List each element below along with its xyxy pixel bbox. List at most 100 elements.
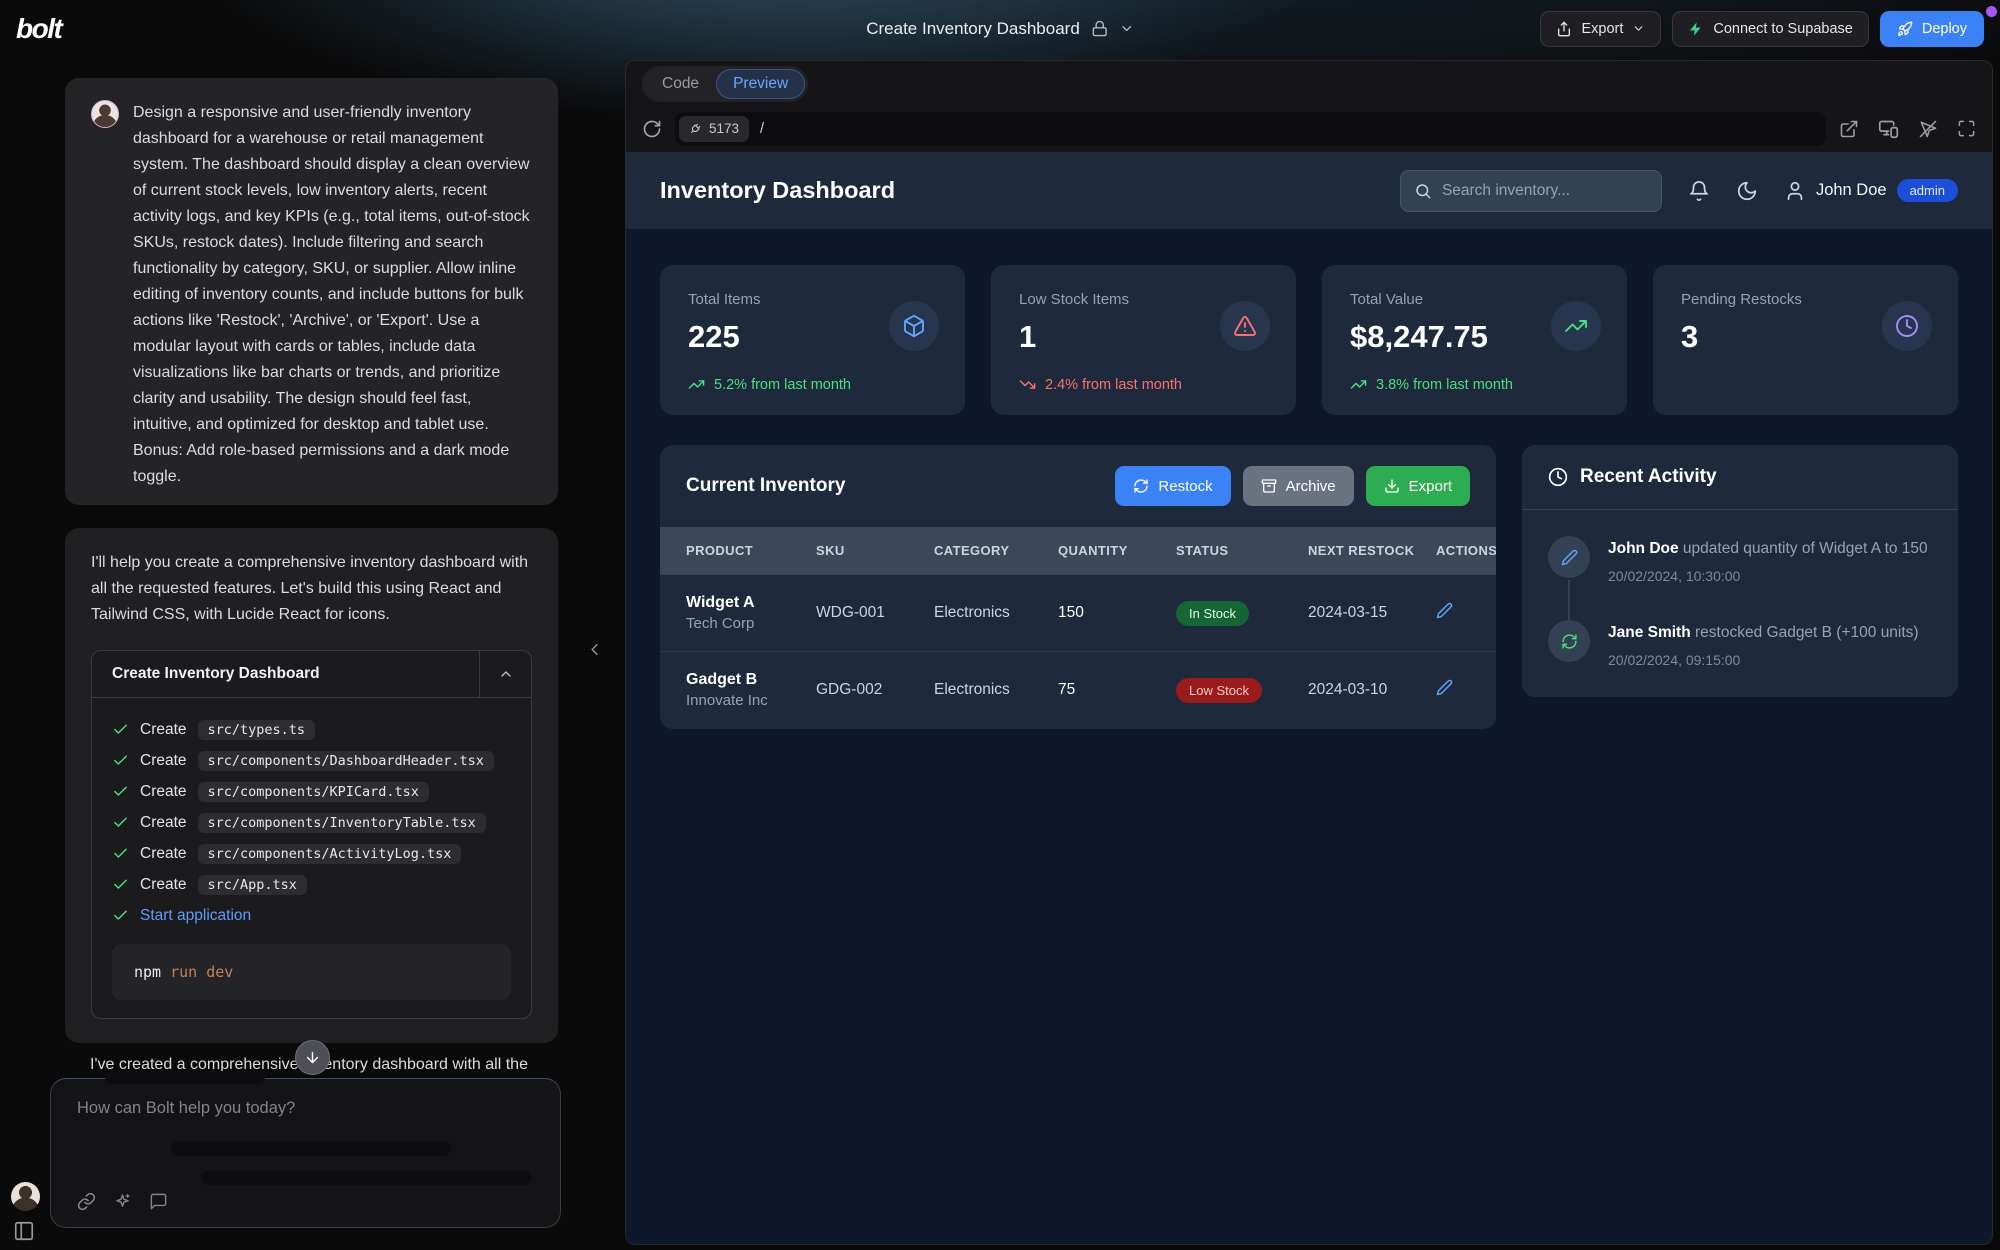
dark-mode-toggle-icon[interactable]	[1736, 180, 1758, 202]
inspector-off-icon[interactable]	[1918, 119, 1938, 139]
file-path[interactable]: src/components/KPICard.tsx	[198, 782, 429, 802]
chevron-down-icon[interactable]	[1119, 21, 1134, 36]
recent-activity-card: Recent Activity John Doe updated quantit…	[1522, 445, 1958, 697]
redacted-text	[105, 1071, 265, 1084]
chat-input-box[interactable]: How can Bolt help you today?	[50, 1078, 561, 1228]
file-path[interactable]: src/components/ActivityLog.tsx	[198, 844, 462, 864]
export-button[interactable]: Export	[1540, 11, 1661, 47]
file-path[interactable]: src/App.tsx	[198, 875, 307, 895]
activity-item: Jane Smith restocked Gadget B (+100 unit…	[1548, 620, 1932, 671]
file-path[interactable]: src/components/InventoryTable.tsx	[198, 813, 486, 833]
search-box[interactable]	[1400, 170, 1662, 212]
collapse-chat-handle[interactable]	[585, 640, 604, 659]
url-input[interactable]: 5173 /	[675, 112, 1826, 146]
refresh-icon	[1133, 478, 1149, 494]
arrow-down-icon	[304, 1049, 321, 1066]
table-row[interactable]: Gadget BInnovate Inc GDG-002 Electronics…	[660, 652, 1496, 729]
kpi-icon-circle	[1882, 301, 1932, 351]
supplier-name: Tech Corp	[686, 615, 808, 632]
bolt-logo[interactable]: bolt	[16, 13, 61, 45]
col-quantity: Quantity	[1058, 527, 1176, 575]
kpi-icon-circle	[1551, 301, 1601, 351]
start-application-link[interactable]: Start application	[140, 907, 251, 925]
check-icon	[112, 721, 129, 738]
assistant-message: I'll help you create a comprehensive inv…	[65, 528, 558, 1043]
archive-button[interactable]: Archive	[1243, 466, 1354, 506]
activity-action: updated quantity of Widget A to 150	[1679, 540, 1928, 557]
preview-toolbar	[1839, 118, 1976, 139]
check-icon	[112, 907, 129, 924]
tab-code[interactable]: Code	[645, 69, 716, 99]
topbar-actions: Export Connect to Supabase Deploy	[1540, 11, 1984, 47]
quantity-cell[interactable]: 150	[1058, 575, 1176, 652]
project-title-menu[interactable]: Create Inventory Dashboard	[866, 0, 1134, 57]
file-path[interactable]: src/components/DashboardHeader.tsx	[198, 751, 494, 771]
sparkles-icon[interactable]	[113, 1192, 132, 1211]
chat-bubble-icon[interactable]	[149, 1192, 168, 1211]
artifact-body: Create src/types.ts Create src/component…	[92, 698, 531, 1018]
external-link-icon[interactable]	[1839, 119, 1859, 139]
artifact-collapse-button[interactable]	[479, 651, 531, 697]
product-name: Widget A	[686, 594, 808, 612]
export-csv-label: Export	[1409, 478, 1452, 495]
restock-button[interactable]: Restock	[1115, 466, 1230, 506]
preview-url-bar: 5173 /	[626, 106, 1992, 151]
file-action-row: Create src/components/InventoryTable.tsx	[112, 807, 511, 838]
inventory-table-wrap: Product SKU Category Quantity Status Nex…	[660, 527, 1496, 729]
terminal-command: npm run dev	[112, 944, 511, 1000]
restock-label: Restock	[1158, 478, 1212, 495]
bulk-actions: Restock Archive Export	[1115, 466, 1470, 506]
link-icon[interactable]	[77, 1192, 96, 1211]
chevron-down-icon	[1632, 22, 1645, 35]
edit-icon	[1561, 549, 1578, 566]
kpi-trend-text: 2.4% from last month	[1045, 377, 1182, 393]
clock-icon	[1895, 314, 1919, 338]
file-action-row: Create src/types.ts	[112, 714, 511, 745]
quantity-cell[interactable]: 75	[1058, 652, 1176, 729]
bell-icon[interactable]	[1688, 180, 1710, 202]
check-icon	[112, 876, 129, 893]
refresh-icon	[1561, 633, 1578, 650]
profile-avatar[interactable]	[11, 1182, 40, 1211]
check-icon	[112, 783, 129, 800]
rocket-icon	[1897, 21, 1913, 37]
notification-dot	[1986, 6, 1997, 17]
sku-cell: WDG-001	[816, 575, 934, 652]
file-action-row: Create src/components/DashboardHeader.ts…	[112, 745, 511, 776]
sku-cell: GDG-002	[816, 652, 934, 729]
deploy-button[interactable]: Deploy	[1880, 11, 1984, 47]
scroll-down-button[interactable]	[295, 1040, 330, 1075]
user-icon	[1784, 180, 1806, 202]
user-menu[interactable]: John Doe admin	[1784, 179, 1958, 202]
devices-icon[interactable]	[1878, 118, 1899, 139]
role-badge: admin	[1897, 179, 1958, 202]
edit-row-button[interactable]	[1436, 602, 1453, 619]
tab-preview[interactable]: Preview	[716, 69, 805, 99]
file-path[interactable]: src/types.ts	[198, 720, 316, 740]
kpi-trend: 5.2% from last month	[688, 376, 851, 393]
sidebar-toggle-icon[interactable]	[13, 1220, 35, 1242]
port-badge[interactable]: 5173	[679, 116, 749, 142]
chat-panel: Design a responsive and user-friendly in…	[0, 57, 625, 1250]
kpi-icon-circle	[889, 301, 939, 351]
category-cell: Electronics	[934, 575, 1058, 652]
activity-list: John Doe updated quantity of Widget A to…	[1522, 510, 1958, 697]
command-args-text: run dev	[170, 963, 233, 981]
supplier-name: Innovate Inc	[686, 692, 808, 709]
fullscreen-icon[interactable]	[1957, 119, 1976, 138]
project-title: Create Inventory Dashboard	[866, 19, 1080, 39]
connect-supabase-button[interactable]: Connect to Supabase	[1672, 11, 1868, 47]
dashboard-header-actions: John Doe admin	[1400, 170, 1958, 212]
user-message: Design a responsive and user-friendly in…	[65, 78, 558, 505]
category-cell: Electronics	[934, 652, 1058, 729]
table-row[interactable]: Widget A Tech Corp WDG-001 Electronics 15…	[660, 575, 1496, 652]
file-verb: Create	[140, 845, 187, 863]
dashboard-header: Inventory Dashboard John Doe admin	[626, 152, 1992, 229]
search-input[interactable]	[1442, 182, 1648, 200]
col-product: Product	[660, 527, 816, 575]
kpi-trend: 2.4% from last month	[1019, 376, 1182, 393]
export-csv-button[interactable]: Export	[1366, 466, 1470, 506]
edit-row-button[interactable]	[1436, 679, 1453, 696]
start-application-row: Start application	[112, 900, 511, 931]
reload-icon[interactable]	[642, 119, 662, 139]
